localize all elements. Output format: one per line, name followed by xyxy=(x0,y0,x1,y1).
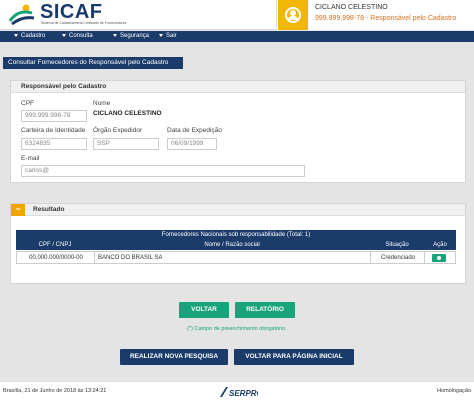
cell-nome: BANCO DO BRASIL SA xyxy=(98,255,163,261)
sicaf-logo-icon xyxy=(8,4,35,26)
responsavel-heading: Responsável pelo Cadastro xyxy=(11,81,465,93)
cell-situacao: Credenciado xyxy=(380,255,416,261)
nav-item-cadastro[interactable]: Cadastro xyxy=(14,32,45,41)
col-nome: Nome / Razão social xyxy=(204,242,260,248)
eye-icon xyxy=(437,256,441,260)
caret-down-icon xyxy=(14,33,18,37)
cell-cpf-cnpj: 00.000.000/0000-00 xyxy=(29,255,83,261)
user-box[interactable]: CICLANO CELESTINO 999.999.998-78 - Respo… xyxy=(276,0,474,30)
page-title: Consultar Fornecedores do Responsável pe… xyxy=(3,57,183,69)
footer-environment: Homologação xyxy=(437,388,471,394)
nav-item-consulta[interactable]: Consulta xyxy=(62,32,93,41)
cell-divider xyxy=(424,252,425,264)
responsavel-panel: Responsável pelo Cadastro CPF 999.999.99… xyxy=(10,80,466,183)
user-name: CICLANO CELESTINO xyxy=(315,4,388,11)
table-caption: Fornecedores Nacionais sob responsabilid… xyxy=(16,230,456,240)
col-acao: Ação xyxy=(433,242,447,248)
footer: Brasília, 21 de Junho de 2018 às 13:24:2… xyxy=(0,381,474,401)
relatorio-button[interactable]: RELATÓRIO xyxy=(235,302,295,318)
caret-down-icon xyxy=(113,33,117,37)
data-label: Data de Expedição xyxy=(167,127,222,134)
header: SICAF Sistema de Cadastramento Unificado… xyxy=(0,0,474,30)
voltar-button[interactable]: VOLTAR xyxy=(179,302,229,318)
app-subtitle: Sistema de Cadastramento Unificado de Fo… xyxy=(41,21,127,25)
email-field[interactable]: carlos@ xyxy=(21,165,305,177)
cell-divider xyxy=(94,252,95,264)
data-field[interactable]: 06/09/1999 xyxy=(167,138,217,150)
nome-label: Nome xyxy=(93,100,111,107)
serpro-brand: SERPRO xyxy=(229,389,258,398)
email-label: E-mail xyxy=(21,155,40,162)
pagina-inicial-button[interactable]: VOLTAR PARA PÁGINA INICIAL xyxy=(234,349,354,365)
serpro-logo-icon: SERPRO xyxy=(220,387,258,398)
nav-item-seguranca[interactable]: Segurança xyxy=(113,32,149,41)
identidade-label: Carteira de Identidade xyxy=(21,127,86,134)
table-row: 00.000.000/0000-00 BANCO DO BRASIL SA Cr… xyxy=(16,251,456,264)
table-header: CPF / CNPJ Nome / Razão social Situação … xyxy=(16,240,456,250)
user-cpf-role: 999.999.998-78 - Responsável pelo Cadast… xyxy=(315,15,457,22)
caret-down-icon xyxy=(159,33,163,37)
footer-date: Brasília, 21 de Junho de 2018 às 13:24:2… xyxy=(3,388,107,394)
cpf-label: CPF xyxy=(21,100,34,107)
collapse-button[interactable]: − xyxy=(11,204,25,216)
orgao-field[interactable]: SSP xyxy=(93,138,159,150)
nova-pesquisa-button[interactable]: REALIZAR NOVA PESQUISA xyxy=(120,349,228,365)
user-avatar-icon xyxy=(278,0,308,30)
caret-down-icon xyxy=(62,33,66,37)
col-situacao: Situação xyxy=(385,242,409,248)
orgao-label: Órgão Expedidor xyxy=(93,127,143,134)
resultado-heading: Resultado xyxy=(25,204,465,216)
cpf-field[interactable]: 999.999.998-78 xyxy=(21,110,87,122)
main-nav: Cadastro Consulta Segurança Sair xyxy=(0,31,474,42)
nav-item-sair[interactable]: Sair xyxy=(159,32,177,41)
identidade-field[interactable]: 6324835 xyxy=(21,138,87,150)
required-note: (*) Campo de preenchimento obrigatório. xyxy=(187,326,287,332)
col-cpf-cnpj: CPF / CNPJ xyxy=(38,242,72,248)
view-details-button[interactable] xyxy=(432,254,446,262)
nome-value: CICLANO CELESTINO xyxy=(93,110,162,117)
